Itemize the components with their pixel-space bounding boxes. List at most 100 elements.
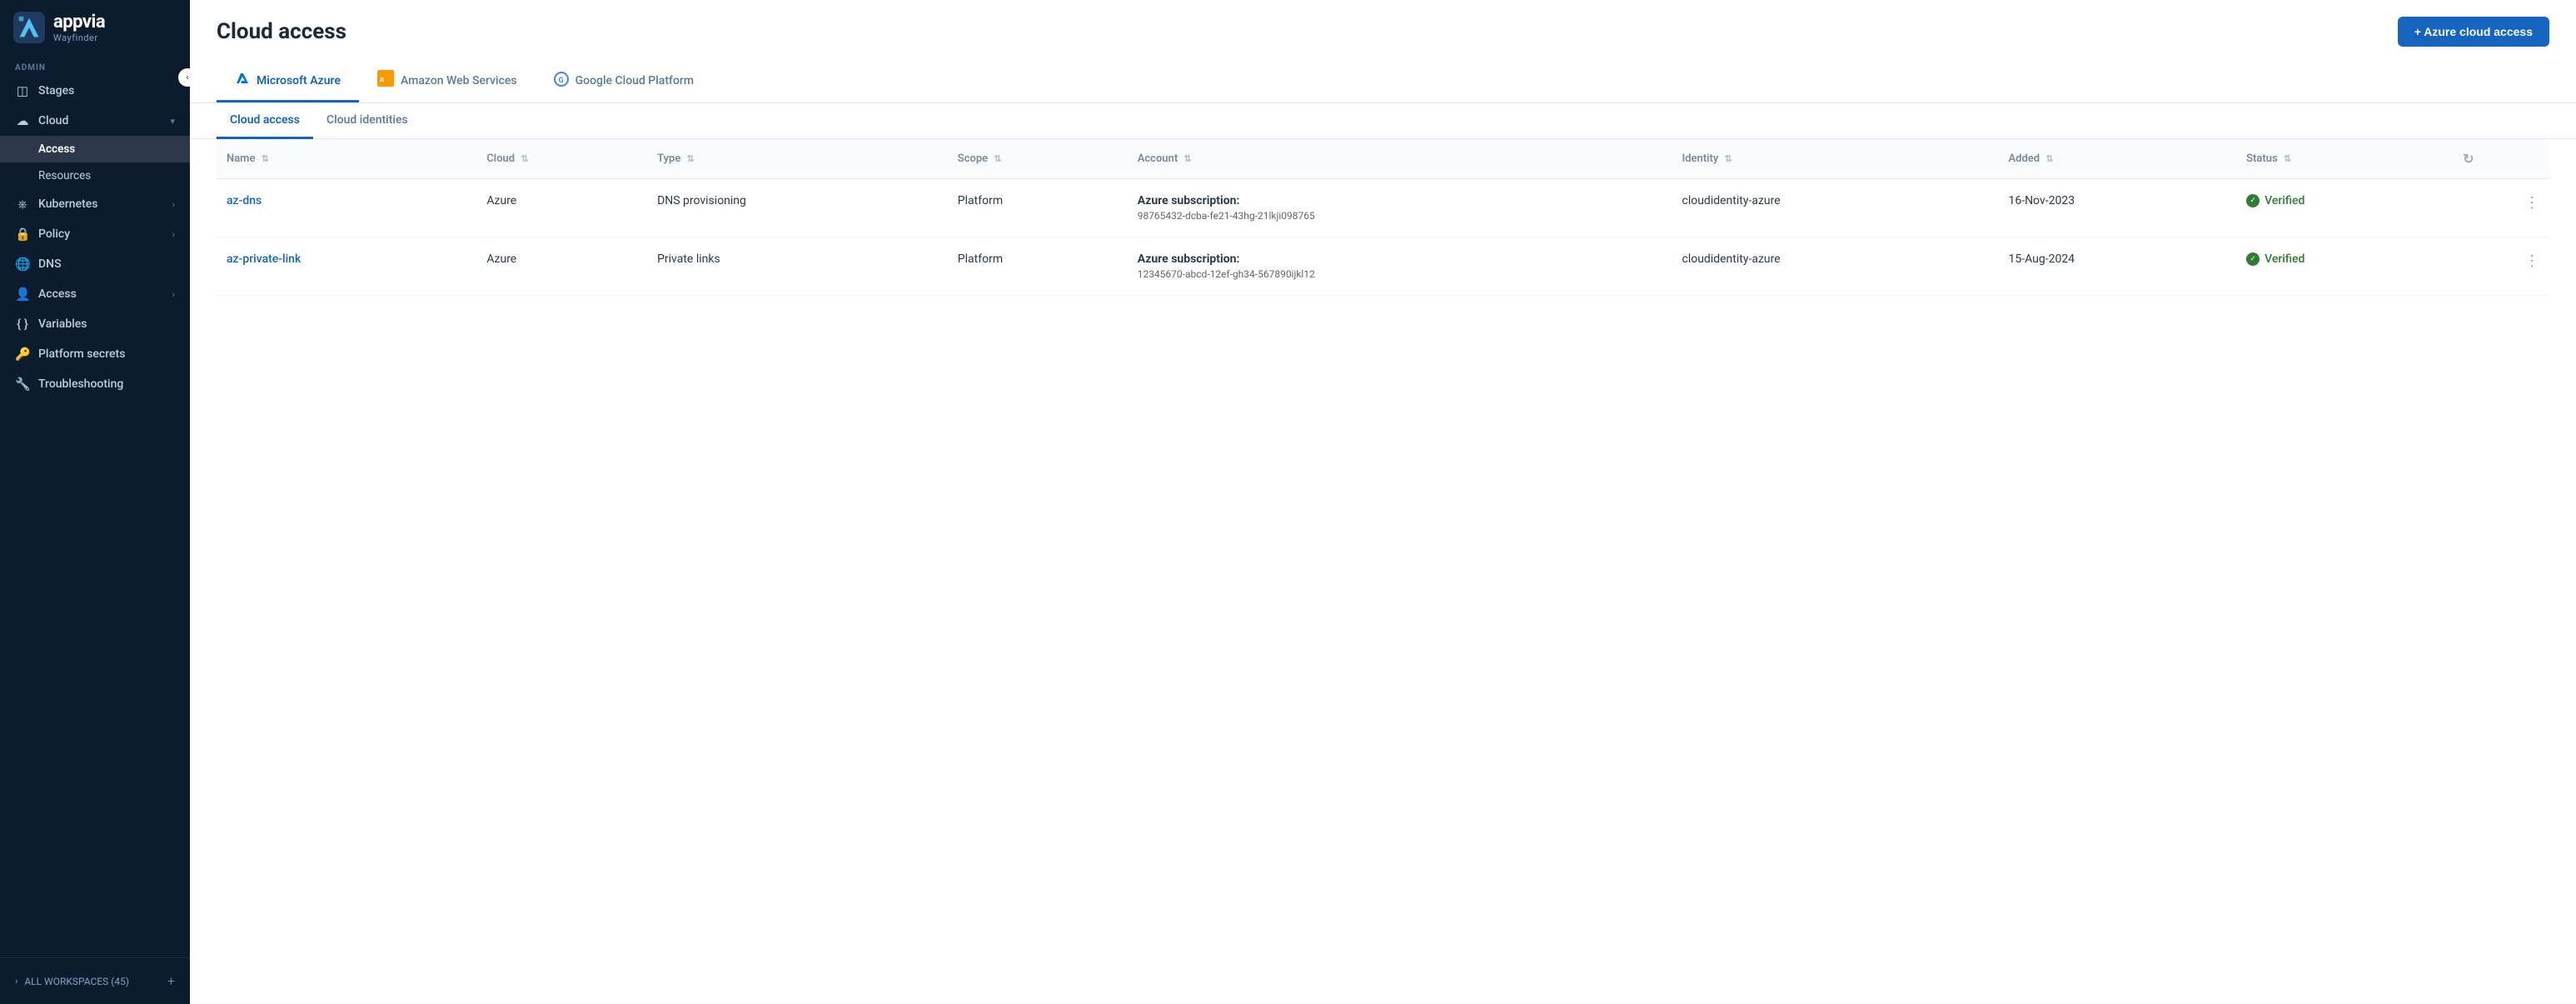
sidebar-bottom: › ALL WORKSPACES (45) + <box>0 957 190 1004</box>
sidebar-subitem-access[interactable]: Access <box>0 136 190 162</box>
sidebar-item-kubernetes[interactable]: ⎈ Kubernetes › <box>0 189 190 219</box>
cell-name-1: az-dns <box>217 179 476 237</box>
cell-menu-2: ⋮ <box>2453 237 2549 296</box>
aws-icon: a <box>377 70 394 87</box>
gcp-tab-icon: G <box>554 72 569 90</box>
sidebar-item-dns-label: DNS <box>38 257 62 271</box>
sidebar-subitem-resources-label: Resources <box>38 169 91 182</box>
cell-scope-1: Platform <box>948 179 1128 237</box>
sort-name-icon: ⇅ <box>262 153 269 164</box>
stages-icon: ◫ <box>15 83 30 98</box>
sort-identity-icon: ⇅ <box>1725 153 1732 164</box>
sidebar-item-stages[interactable]: ◫ Stages <box>0 76 190 106</box>
svg-text:G: G <box>558 77 563 85</box>
cell-added-2: 15-Aug-2024 <box>1998 237 2236 296</box>
sidebar-item-cloud-label: Cloud <box>38 114 68 127</box>
app-logo-icon <box>13 12 45 43</box>
col-cloud[interactable]: Cloud ⇅ <box>476 139 647 179</box>
sidebar-subitem-resources[interactable]: Resources <box>0 162 190 189</box>
kubernetes-chevron-icon: › <box>172 199 175 210</box>
subtab-cloud-identities[interactable]: Cloud identities <box>313 103 421 139</box>
cloud-chevron-icon: ▾ <box>170 116 175 127</box>
col-status[interactable]: Status ⇅ <box>2236 139 2453 179</box>
sidebar-item-dns[interactable]: 🌐 DNS <box>0 249 190 279</box>
sort-account-icon: ⇅ <box>1183 153 1191 164</box>
row2-account-value: 12345670-abcd-12ef-gh34-567890ijkl12 <box>1138 268 1662 280</box>
sort-added-icon: ⇅ <box>2045 153 2053 164</box>
col-identity[interactable]: Identity ⇅ <box>1672 139 1999 179</box>
cell-identity-1: cloudidentity-azure <box>1672 179 1999 237</box>
row1-cloud: Azure <box>486 194 516 207</box>
sidebar: appvia Wayfinder ‹ ADMIN ◫ Stages ☁ Clou… <box>0 0 190 1004</box>
page-header: Cloud access + Azure cloud access <box>190 0 2576 47</box>
row2-menu-button[interactable]: ⋮ <box>2463 252 2539 270</box>
row2-name-link[interactable]: az-private-link <box>227 252 301 266</box>
brand-name: appvia <box>53 12 105 32</box>
sidebar-item-kubernetes-label: Kubernetes <box>38 197 97 211</box>
row1-account-label: Azure subscription: <box>1138 194 1240 207</box>
sidebar-item-access-top[interactable]: 👤 Access › <box>0 279 190 309</box>
row1-status-text: Verified <box>2265 194 2304 207</box>
row1-name-link[interactable]: az-dns <box>227 194 262 207</box>
verified-dot-icon-2: ✓ <box>2246 252 2260 266</box>
variables-icon: { } <box>15 317 30 332</box>
add-workspace-icon[interactable]: + <box>167 973 175 989</box>
cell-account-2: Azure subscription: 12345670-abcd-12ef-g… <box>1128 237 1672 296</box>
svg-text:a: a <box>380 76 384 84</box>
sidebar-item-policy[interactable]: 🔒 Policy › <box>0 219 190 249</box>
subtab-cloud-access[interactable]: Cloud access <box>217 103 313 139</box>
aws-tab-icon: a <box>377 70 394 91</box>
all-workspaces-button[interactable]: › ALL WORKSPACES (45) + <box>15 968 175 994</box>
sidebar-item-cloud[interactable]: ☁ Cloud ▾ <box>0 106 190 136</box>
cell-name-2: az-private-link <box>217 237 476 296</box>
access-chevron-icon: › <box>172 289 175 300</box>
table-header-row: Name ⇅ Cloud ⇅ Type ⇅ Scope ⇅ <box>217 139 2549 179</box>
row2-identity: cloudidentity-azure <box>1682 252 1781 266</box>
sidebar-item-troubleshooting[interactable]: 🔧 Troubleshooting <box>0 369 190 399</box>
tab-microsoft-azure[interactable]: Microsoft Azure <box>217 63 359 102</box>
sidebar-item-variables-label: Variables <box>38 317 87 331</box>
brand-sub: Wayfinder <box>53 32 105 43</box>
row1-type: DNS provisioning <box>657 194 746 207</box>
sort-status-icon: ⇅ <box>2284 153 2291 164</box>
aws-tab-label: Amazon Web Services <box>401 74 517 87</box>
row1-menu-button[interactable]: ⋮ <box>2463 194 2539 212</box>
col-account[interactable]: Account ⇅ <box>1128 139 1672 179</box>
logo-area: appvia Wayfinder <box>0 0 190 52</box>
sidebar-item-platform-secrets[interactable]: 🔑 Platform secrets <box>0 339 190 369</box>
row2-type: Private links <box>657 252 720 266</box>
main-content: Cloud access + Azure cloud access Micros… <box>190 0 2576 1004</box>
col-scope[interactable]: Scope ⇅ <box>948 139 1128 179</box>
sort-scope-icon: ⇅ <box>994 153 1001 164</box>
col-actions: ↻ <box>2453 139 2549 179</box>
row2-added: 15-Aug-2024 <box>2008 252 2075 266</box>
cell-cloud-1: Azure <box>476 179 647 237</box>
cell-type-2: Private links <box>647 237 948 296</box>
sidebar-item-variables[interactable]: { } Variables <box>0 309 190 339</box>
col-name[interactable]: Name ⇅ <box>217 139 476 179</box>
cell-added-1: 16-Nov-2023 <box>1998 179 2236 237</box>
tab-google-cloud-platform[interactable]: G Google Cloud Platform <box>536 63 712 102</box>
cell-status-2: ✓ Verified <box>2236 237 2453 296</box>
row2-scope: Platform <box>958 252 1003 266</box>
sidebar-item-troubleshooting-label: Troubleshooting <box>38 377 123 391</box>
cell-account-1: Azure subscription: 98765432-dcba-fe21-4… <box>1128 179 1672 237</box>
sidebar-item-platform-secrets-label: Platform secrets <box>38 347 125 361</box>
expand-icon: › <box>15 976 17 987</box>
sidebar-item-policy-label: Policy <box>38 227 70 241</box>
troubleshooting-icon: 🔧 <box>15 377 30 392</box>
add-azure-cloud-access-button[interactable]: + Azure cloud access <box>2398 17 2549 47</box>
azure-tab-label: Microsoft Azure <box>257 74 341 87</box>
cell-scope-2: Platform <box>948 237 1128 296</box>
row1-identity: cloudidentity-azure <box>1682 194 1781 207</box>
sidebar-item-stages-label: Stages <box>38 84 74 97</box>
tab-amazon-web-services[interactable]: a Amazon Web Services <box>359 62 536 103</box>
refresh-icon[interactable]: ↻ <box>2463 151 2474 167</box>
table-row: az-dns Azure DNS provisioning Platform A… <box>217 179 2549 237</box>
col-type[interactable]: Type ⇅ <box>647 139 948 179</box>
col-added[interactable]: Added ⇅ <box>1998 139 2236 179</box>
cloud-access-table-container: Name ⇅ Cloud ⇅ Type ⇅ Scope ⇅ <box>190 139 2576 296</box>
cloud-icon: ☁ <box>15 113 30 128</box>
page-title: Cloud access <box>217 19 346 44</box>
row1-added: 16-Nov-2023 <box>2008 194 2075 207</box>
